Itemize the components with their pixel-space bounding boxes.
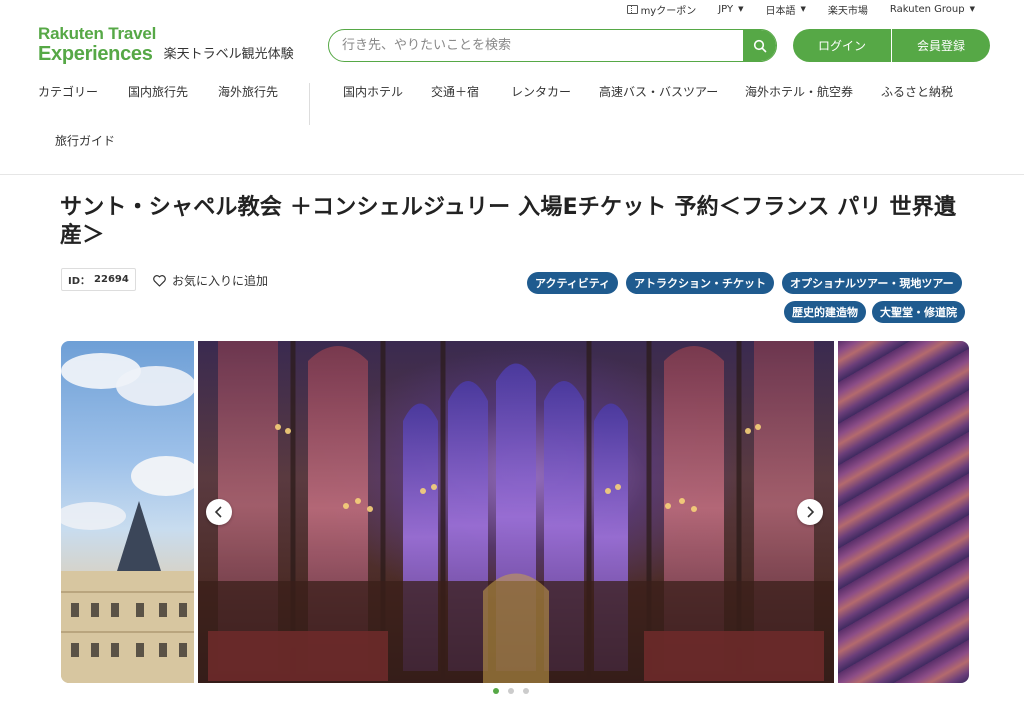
logo-subtitle: 楽天トラベル観光体験 — [163, 47, 294, 62]
tag-activity[interactable]: アクティビティ — [527, 272, 619, 294]
language-selector[interactable]: 日本語 ▼ — [755, 2, 817, 17]
tag-attraction-ticket[interactable]: アトラクション・チケット — [626, 272, 774, 294]
nav-item-overseas-hotels-flights[interactable]: 海外ホテル・航空券 — [745, 83, 853, 100]
group-selector[interactable]: Rakuten Group ▼ — [879, 4, 986, 15]
carousel-dot-2[interactable] — [508, 688, 514, 694]
nav-item-furusato-tax[interactable]: ふるさと納税 — [881, 83, 953, 100]
login-button[interactable]: ログイン — [793, 29, 891, 62]
search-icon — [753, 39, 766, 52]
search-bar — [328, 29, 777, 62]
add-favorite-label: お気に入りに追加 — [172, 274, 269, 288]
chevron-down-icon: ▼ — [800, 5, 806, 13]
add-favorite-button[interactable]: お気に入りに追加 — [153, 272, 268, 289]
carousel-dot-3[interactable] — [523, 688, 529, 694]
site-logo[interactable]: Rakuten Travel Experiences 楽天トラベル観光体験 — [38, 25, 298, 69]
currency-selector[interactable]: JPY ▼ — [707, 4, 754, 15]
nav-item-highway-bus[interactable]: 高速バス・バスツアー — [599, 83, 718, 100]
carousel-dots — [493, 688, 529, 694]
coupon-icon — [626, 4, 638, 14]
coupon-label: myクーポン — [640, 5, 697, 17]
auth-buttons: ログイン 会員登録 — [793, 29, 990, 62]
gallery-image-conciergerie[interactable] — [61, 341, 194, 683]
nav-item-domestic-hotels[interactable]: 国内ホテル — [343, 83, 403, 100]
utility-bar: myクーポン JPY ▼ 日本語 ▼ 楽天市場 Rakuten Group ▼ — [616, 2, 986, 17]
chevron-down-icon: ▼ — [738, 5, 744, 13]
heart-icon — [153, 274, 166, 287]
logo-line2: Experiences — [38, 43, 153, 65]
logo-line1: Rakuten Travel — [38, 24, 157, 43]
nav-item-travel-guide[interactable]: 旅行ガイド — [55, 132, 115, 149]
gallery-image-stained-glass[interactable] — [838, 341, 969, 683]
gallery-prev-button[interactable] — [206, 499, 232, 525]
nav-item-domestic-destinations[interactable]: 国内旅行先 — [128, 83, 188, 100]
language-label: 日本語 — [765, 5, 796, 17]
currency-label: JPY — [718, 3, 734, 15]
gallery-next-button[interactable] — [797, 499, 823, 525]
nav-item-transport-stay[interactable]: 交通＋宿 — [431, 83, 479, 100]
product-id-badge: ID： 22694 — [61, 268, 136, 291]
register-button[interactable]: 会員登録 — [892, 29, 990, 62]
nav-divider — [309, 83, 310, 125]
carousel-dot-1[interactable] — [493, 688, 499, 694]
tag-historic-building[interactable]: 歴史的建造物 — [784, 301, 866, 323]
nav-item-category[interactable]: カテゴリー — [38, 83, 98, 100]
nav-item-rental-car[interactable]: レンタカー — [511, 83, 571, 100]
page-title: サント・シャペル教会 ＋コンシェルジュリー 入場Eチケット 予約＜フランス パリ… — [60, 195, 957, 248]
chevron-down-icon: ▼ — [969, 5, 975, 13]
chevron-left-icon — [214, 506, 222, 518]
nav-item-overseas-destinations[interactable]: 海外旅行先 — [218, 83, 278, 100]
group-label: Rakuten Group — [889, 3, 965, 15]
conciergerie-illustration — [61, 353, 194, 683]
image-gallery — [61, 341, 969, 683]
market-label: 楽天市場 — [827, 5, 868, 17]
gallery-image-sainte-chapelle[interactable] — [198, 341, 834, 683]
search-input[interactable] — [329, 30, 743, 61]
product-id-label: ID： — [68, 276, 91, 287]
tag-cathedral-monastery[interactable]: 大聖堂・修道院 — [872, 301, 965, 323]
tag-optional-tour[interactable]: オプショナルツアー・現地ツアー — [782, 272, 962, 294]
chevron-right-icon — [807, 506, 815, 518]
header-divider — [0, 174, 1024, 175]
market-link[interactable]: 楽天市場 — [817, 2, 879, 17]
product-id-value: 22694 — [94, 274, 129, 285]
coupon-link[interactable]: myクーポン — [616, 2, 708, 17]
search-button[interactable] — [743, 30, 776, 61]
sainte-chapelle-illustration — [198, 341, 834, 683]
